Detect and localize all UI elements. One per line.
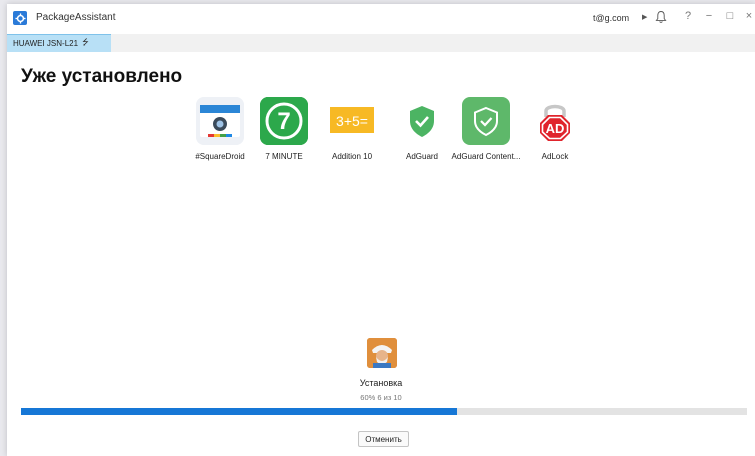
installing-app-icon — [367, 338, 397, 368]
close-button[interactable]: × — [742, 10, 755, 22]
app-item-adguard[interactable]: AdGuard — [387, 97, 457, 161]
app-label: 7 MINUTE — [265, 152, 303, 161]
squaredroid-icon — [196, 97, 244, 145]
seven-glyph: 7 — [277, 108, 290, 135]
device-tab[interactable]: HUAWEI JSN-L21 ⭍ — [7, 34, 111, 52]
install-status-title: Установка — [359, 378, 403, 388]
app-label: AdLock — [541, 152, 569, 161]
app-item-adguard-content[interactable]: AdGuard Content... — [451, 97, 521, 161]
app-gear-icon — [13, 11, 27, 25]
app-label: #SquareDroid — [195, 152, 245, 161]
minimize-button[interactable]: − — [702, 10, 716, 22]
device-tab-label: HUAWEI JSN-L21 — [13, 39, 79, 48]
adguard-shield-icon — [398, 97, 446, 145]
app-item-7-minute[interactable]: 7 7 MINUTE — [249, 97, 319, 161]
app-label: AdGuard — [405, 152, 439, 161]
install-progress-text: 60% 6 из 10 — [360, 393, 402, 402]
addition-text: 3+5= — [336, 113, 368, 129]
page-title: Уже установлено — [21, 66, 183, 87]
cancel-button[interactable]: Отменить — [358, 431, 409, 447]
app-label: AdGuard Content... — [451, 152, 521, 161]
account-label[interactable]: t@g.com — [593, 13, 629, 23]
app-item-adlock[interactable]: AD AdLock — [520, 97, 590, 161]
app-item-squaredroid[interactable]: #SquareDroid — [185, 97, 255, 161]
app-label: Addition 10 — [331, 152, 373, 161]
svg-text:AD: AD — [546, 121, 565, 136]
adlock-icon: AD — [531, 97, 579, 145]
title-bar: PackageAssistant t@g.com ▶ ? − □ × — [7, 4, 755, 34]
install-progress-bar — [21, 408, 747, 415]
device-bar: HUAWEI JSN-L21 ⭍ — [7, 34, 755, 52]
addition-icon: 3+5= — [328, 97, 376, 145]
install-progress-fill — [21, 408, 457, 415]
adguard-content-icon — [462, 97, 510, 145]
app-item-addition-10[interactable]: 3+5= Addition 10 — [317, 97, 387, 161]
help-button[interactable]: ? — [681, 10, 695, 22]
notification-bell-icon[interactable] — [655, 10, 667, 24]
account-caret-icon[interactable]: ▶ — [642, 13, 647, 21]
usb-icon: ⭍ — [82, 37, 89, 47]
app-window: PackageAssistant t@g.com ▶ ? − □ × HUAWE… — [7, 4, 755, 456]
maximize-button[interactable]: □ — [723, 10, 737, 22]
app-title: PackageAssistant — [36, 12, 116, 23]
seven-minute-icon: 7 — [260, 97, 308, 145]
